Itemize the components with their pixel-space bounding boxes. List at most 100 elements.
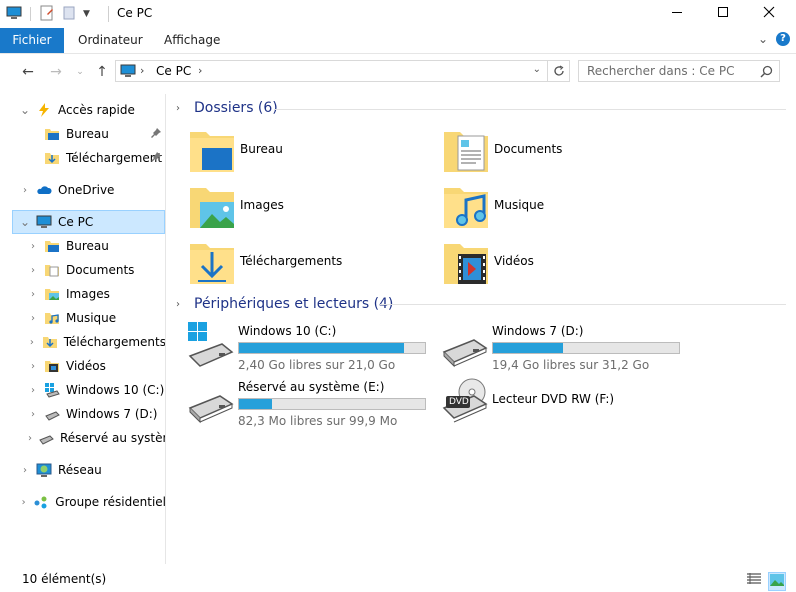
nav-label: Documents (66, 263, 135, 277)
help-icon[interactable]: ? (776, 32, 790, 46)
expand-chevron-icon[interactable]: › (28, 385, 38, 396)
nav-item-homegroup[interactable]: › Groupe résidentiel (0, 490, 165, 514)
large-icons-view-icon[interactable] (768, 572, 786, 591)
nav-label: Téléchargements (63, 335, 166, 349)
quick-access-toolbar: ▼ (6, 5, 90, 23)
group-header-devices[interactable]: › Périphériques et lecteurs (4) (176, 294, 393, 314)
expand-chevron-icon[interactable]: › (28, 433, 32, 444)
downloads-folder-icon (42, 334, 58, 350)
nav-item-quick-bureau[interactable]: Bureau (0, 122, 165, 146)
folder-tile-music[interactable]: Musique (442, 180, 682, 232)
search-icon[interactable] (760, 65, 773, 78)
folder-tile-videos[interactable]: Vidéos (442, 236, 682, 288)
nav-item-quick-downloads[interactable]: Téléchargement (0, 146, 165, 170)
nav-item-pc-bureau[interactable]: › Bureau (0, 234, 165, 258)
collapse-chevron-icon[interactable]: ⌄ (20, 103, 30, 117)
title-separator (108, 6, 109, 22)
nav-label: Musique (66, 311, 117, 325)
recent-locations-button[interactable]: ⌄ (70, 62, 90, 82)
folder-tile-images[interactable]: Images (188, 180, 428, 232)
nav-item-pc-videos[interactable]: › Vidéos (0, 354, 165, 378)
breadcrumb-this-pc[interactable]: Ce PC (156, 64, 191, 78)
back-arrow-icon: ← (22, 64, 34, 80)
tab-computer[interactable]: Ordinateur (66, 28, 155, 53)
back-button[interactable]: ← (18, 62, 38, 82)
breadcrumb-chevron-icon[interactable]: › (198, 64, 202, 77)
new-folder-icon[interactable] (61, 5, 77, 24)
nav-item-pc-windows10[interactable]: › Windows 10 (C:) (0, 378, 165, 402)
nav-item-pc-music[interactable]: › Musique (0, 306, 165, 330)
collapse-chevron-icon[interactable]: › (176, 103, 188, 114)
nav-item-pc-windows7[interactable]: › Windows 7 (D:) (0, 402, 165, 426)
details-view-icon[interactable] (746, 572, 762, 591)
nav-label: Images (66, 287, 110, 301)
drive-tile-e[interactable]: Réservé au système (E:) 82,3 Mo libres s… (186, 374, 436, 428)
music-folder-icon (44, 310, 60, 326)
customize-qa-chevron-icon[interactable]: ▼ (83, 9, 90, 19)
refresh-button[interactable] (547, 61, 569, 81)
address-dropdown-chevron-icon[interactable]: ⌄ (533, 64, 541, 75)
expand-chevron-icon[interactable]: › (28, 337, 36, 348)
pin-icon[interactable] (150, 151, 162, 166)
drive-usage-bar (492, 342, 680, 354)
drive-name: Windows 10 (C:) (238, 324, 337, 338)
nav-item-pc-documents[interactable]: › Documents (0, 258, 165, 282)
minimize-button[interactable] (654, 0, 700, 24)
properties-icon[interactable] (39, 5, 55, 24)
drive-free-space: 82,3 Mo libres sur 99,9 Mo (238, 414, 398, 428)
nav-item-pc-images[interactable]: › Images (0, 282, 165, 306)
nav-item-network[interactable]: › Réseau (0, 458, 165, 482)
expand-ribbon-chevron-icon[interactable]: ⌄ (758, 32, 768, 46)
group-divider (380, 304, 786, 305)
tile-label: Images (240, 198, 284, 212)
folder-tile-downloads[interactable]: Téléchargements (188, 236, 428, 288)
up-button[interactable]: ↑ (92, 62, 112, 82)
close-button[interactable] (746, 0, 792, 24)
nav-label: Réservé au système (60, 431, 165, 445)
drive-tile-c[interactable]: Windows 10 (C:) 2,40 Go libres sur 21,0 … (186, 318, 436, 372)
desktop-folder-icon (44, 126, 60, 142)
expand-chevron-icon[interactable]: › (28, 289, 38, 300)
nav-item-onedrive[interactable]: › OneDrive (0, 178, 165, 202)
tile-label: Documents (494, 142, 563, 156)
expand-chevron-icon[interactable]: › (28, 265, 38, 276)
maximize-button[interactable] (700, 0, 746, 24)
expand-chevron-icon[interactable]: › (28, 409, 38, 420)
collapse-chevron-icon[interactable]: ⌄ (20, 215, 30, 229)
window-title: Ce PC (117, 6, 153, 20)
collapse-chevron-icon[interactable]: › (176, 299, 188, 310)
this-pc-icon (36, 214, 52, 230)
music-folder-icon (444, 188, 488, 228)
nav-item-pc-downloads[interactable]: › Téléchargements (0, 330, 166, 354)
nav-item-quick-access[interactable]: ⌄ Accès rapide (0, 98, 165, 122)
onedrive-cloud-icon (36, 182, 52, 198)
item-count: 10 élément(s) (22, 572, 107, 586)
windows-drive-icon (188, 322, 234, 367)
refresh-icon (553, 65, 564, 76)
expand-chevron-icon[interactable]: › (28, 361, 38, 372)
tab-file[interactable]: Fichier (0, 28, 64, 53)
desktop-folder-icon (190, 132, 234, 172)
drive-tile-d[interactable]: Windows 7 (D:) 19,4 Go libres sur 31,2 G… (440, 318, 690, 372)
expand-chevron-icon[interactable]: › (28, 313, 38, 324)
nav-item-this-pc[interactable]: ⌄ Ce PC (12, 210, 165, 234)
drive-usage-bar (238, 342, 426, 354)
drive-tile-dvd[interactable]: DVD Lecteur DVD RW (F:) (440, 374, 690, 426)
nav-item-pc-reserved[interactable]: › Réservé au système (0, 426, 165, 450)
status-bar: 10 élément(s) (0, 568, 796, 592)
tab-view[interactable]: Affichage (152, 28, 232, 53)
search-input[interactable]: Rechercher dans : Ce PC (587, 64, 734, 78)
expand-chevron-icon[interactable]: › (20, 497, 27, 508)
group-header-folders[interactable]: › Dossiers (6) (176, 98, 278, 118)
search-box[interactable]: Rechercher dans : Ce PC (578, 60, 780, 82)
expand-chevron-icon[interactable]: › (28, 241, 38, 252)
expand-chevron-icon[interactable]: › (20, 465, 30, 476)
address-bar[interactable]: › Ce PC › ⌄ (115, 60, 570, 82)
breadcrumb-chevron-icon[interactable]: › (140, 64, 144, 77)
pin-icon[interactable] (150, 127, 162, 142)
expand-chevron-icon[interactable]: › (20, 185, 30, 196)
folder-tile-bureau[interactable]: Bureau (188, 124, 428, 176)
forward-button[interactable]: → (46, 62, 66, 82)
drive-free-space: 2,40 Go libres sur 21,0 Go (238, 358, 396, 372)
folder-tile-documents[interactable]: Documents (442, 124, 682, 176)
